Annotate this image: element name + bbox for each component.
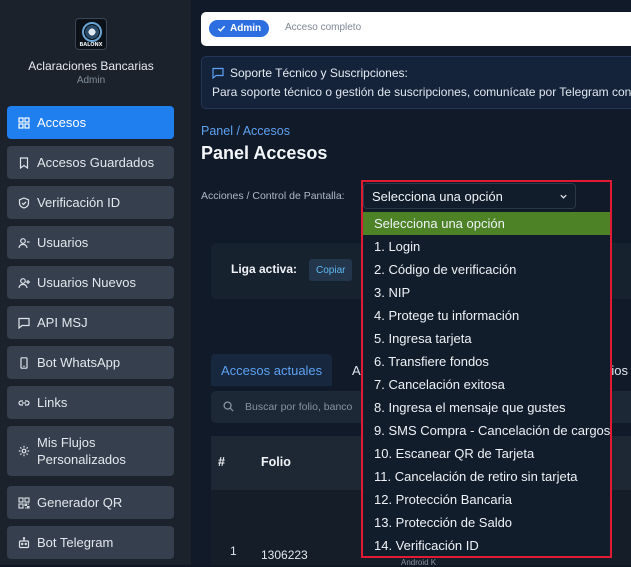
option-proteccion-bancaria[interactable]: 12. Protección Bancaria (363, 488, 610, 511)
brand-role: Admin (76, 75, 106, 86)
shield-icon (18, 196, 30, 209)
option-cancelacion-retiro[interactable]: 11. Cancelación de retiro sin tarjeta (363, 465, 610, 488)
phone-icon (18, 356, 30, 369)
option-protege-informacion[interactable]: 4. Protege tu información (363, 304, 610, 327)
qr-icon (18, 496, 30, 509)
message-icon (18, 317, 30, 329)
option-verificacion-id[interactable]: 14. Verificación ID (363, 534, 610, 557)
option-transfiere-fondos[interactable]: 6. Transfiere fondos (363, 350, 610, 373)
user-plus-icon (18, 277, 30, 289)
sidebar-item-bot-telegram[interactable]: Bot Telegram (7, 526, 174, 559)
support-notice: Soporte Técnico y Suscripciones: Para so… (201, 56, 631, 109)
control-label: Acciones / Control de Pantalla: (201, 190, 345, 202)
sidebar-item-label: API MSJ (37, 315, 88, 330)
option-sms-compra[interactable]: 9. SMS Compra - Cancelación de cargos (363, 419, 610, 442)
brand-logo-text: BALONX (79, 42, 103, 48)
admin-badge-label: Admin (230, 23, 262, 34)
sidebar-item-label: Accesos Guardados (37, 155, 155, 170)
sidebar: BALONX Aclaraciones Bancarias Admin Acce… (0, 0, 191, 565)
row-number: 1 (230, 544, 237, 558)
robot-icon (18, 536, 30, 549)
sidebar-item-label: Verificación ID (37, 195, 121, 210)
support-title-text: Soporte Técnico y Suscripciones: (230, 66, 408, 80)
admin-badge: Admin (209, 20, 270, 37)
check-icon (217, 25, 226, 32)
sidebar-item-label: Usuarios Nuevos (37, 275, 136, 290)
gear-icon (18, 445, 30, 457)
option-proteccion-saldo[interactable]: 13. Protección de Saldo (363, 511, 610, 534)
sidebar-item-usuarios[interactable]: Usuarios (7, 226, 174, 259)
brand-title: Aclaraciones Bancarias (28, 59, 154, 73)
sidebar-item-bot-whatsapp[interactable]: Bot WhatsApp (7, 346, 174, 379)
admin-bar: Admin Acceso completo (201, 12, 631, 46)
action-select-value: Selecciona una opción (372, 188, 503, 204)
option-escanear-qr[interactable]: 10. Escanear QR de Tarjeta (363, 442, 610, 465)
bookmark-icon (18, 156, 30, 169)
sidebar-item-label: Accesos (37, 115, 87, 130)
grid-icon (18, 116, 30, 129)
chevron-down-icon (560, 194, 567, 199)
sidebar-item-label: Links (37, 395, 68, 410)
tab-second[interactable]: A (352, 354, 361, 386)
sidebar-item-label: Mis Flujos Personalizados (37, 435, 126, 467)
tab-accesos-actuales[interactable]: Accesos actuales (211, 354, 333, 386)
search-icon (223, 401, 234, 412)
sidebar-item-label: Bot Telegram (37, 535, 114, 550)
sidebar-item-label: Bot WhatsApp (37, 355, 121, 370)
sidebar-item-links[interactable]: Links (7, 386, 174, 419)
option-codigo-verificacion[interactable]: 2. Código de verificación (363, 258, 610, 281)
column-header-num: # (218, 455, 225, 469)
option-login[interactable]: 1. Login (363, 235, 610, 258)
row-folio: 1306223 (261, 548, 308, 562)
breadcrumb[interactable]: Panel / Accesos (201, 124, 290, 138)
sidebar-item-verificacion-id[interactable]: Verificación ID (7, 186, 174, 219)
page-title: Panel Accesos (201, 143, 328, 163)
message-icon (212, 67, 224, 79)
sidebar-item-accesos-guardados[interactable]: Accesos Guardados (7, 146, 174, 179)
action-dropdown: Selecciona una opción 1. Login 2. Código… (363, 212, 610, 556)
option-cancelacion-exitosa[interactable]: 7. Cancelación exitosa (363, 373, 610, 396)
sidebar-item-label: Usuarios (37, 235, 89, 250)
liga-label: Liga activa: (231, 262, 298, 276)
option-ingresa-tarjeta[interactable]: 5. Ingresa tarjeta (363, 327, 610, 350)
option-placeholder[interactable]: Selecciona una opción (363, 212, 610, 235)
sidebar-item-api-msj[interactable]: API MSJ (7, 306, 174, 339)
support-title: Soporte Técnico y Suscripciones: (212, 66, 408, 80)
sidebar-item-accesos[interactable]: Accesos (7, 106, 174, 139)
copy-button[interactable]: Copiar (309, 259, 353, 281)
option-nip[interactable]: 3. NIP (363, 281, 610, 304)
action-select[interactable]: Selecciona una opción (363, 183, 576, 209)
row-device: Android K (401, 558, 437, 567)
sidebar-item-label: Generador QR (37, 495, 123, 510)
sidebar-item-usuarios-nuevos[interactable]: Usuarios Nuevos (7, 266, 174, 299)
user-icon (18, 237, 30, 249)
sidebar-item-generador-qr[interactable]: Generador QR (7, 486, 174, 519)
support-body: Para soporte técnico o gestión de suscri… (212, 85, 631, 99)
option-ingresa-mensaje[interactable]: 8. Ingresa el mensaje que gustes (363, 396, 610, 419)
sidebar-item-mis-flujos[interactable]: Mis Flujos Personalizados (7, 426, 174, 476)
brand-logo: BALONX (75, 18, 107, 50)
link-icon (18, 397, 30, 409)
admin-access-text: Acceso completo (285, 22, 362, 33)
tab-third[interactable]: rios (607, 354, 628, 386)
column-header-folio: Folio (261, 455, 291, 469)
